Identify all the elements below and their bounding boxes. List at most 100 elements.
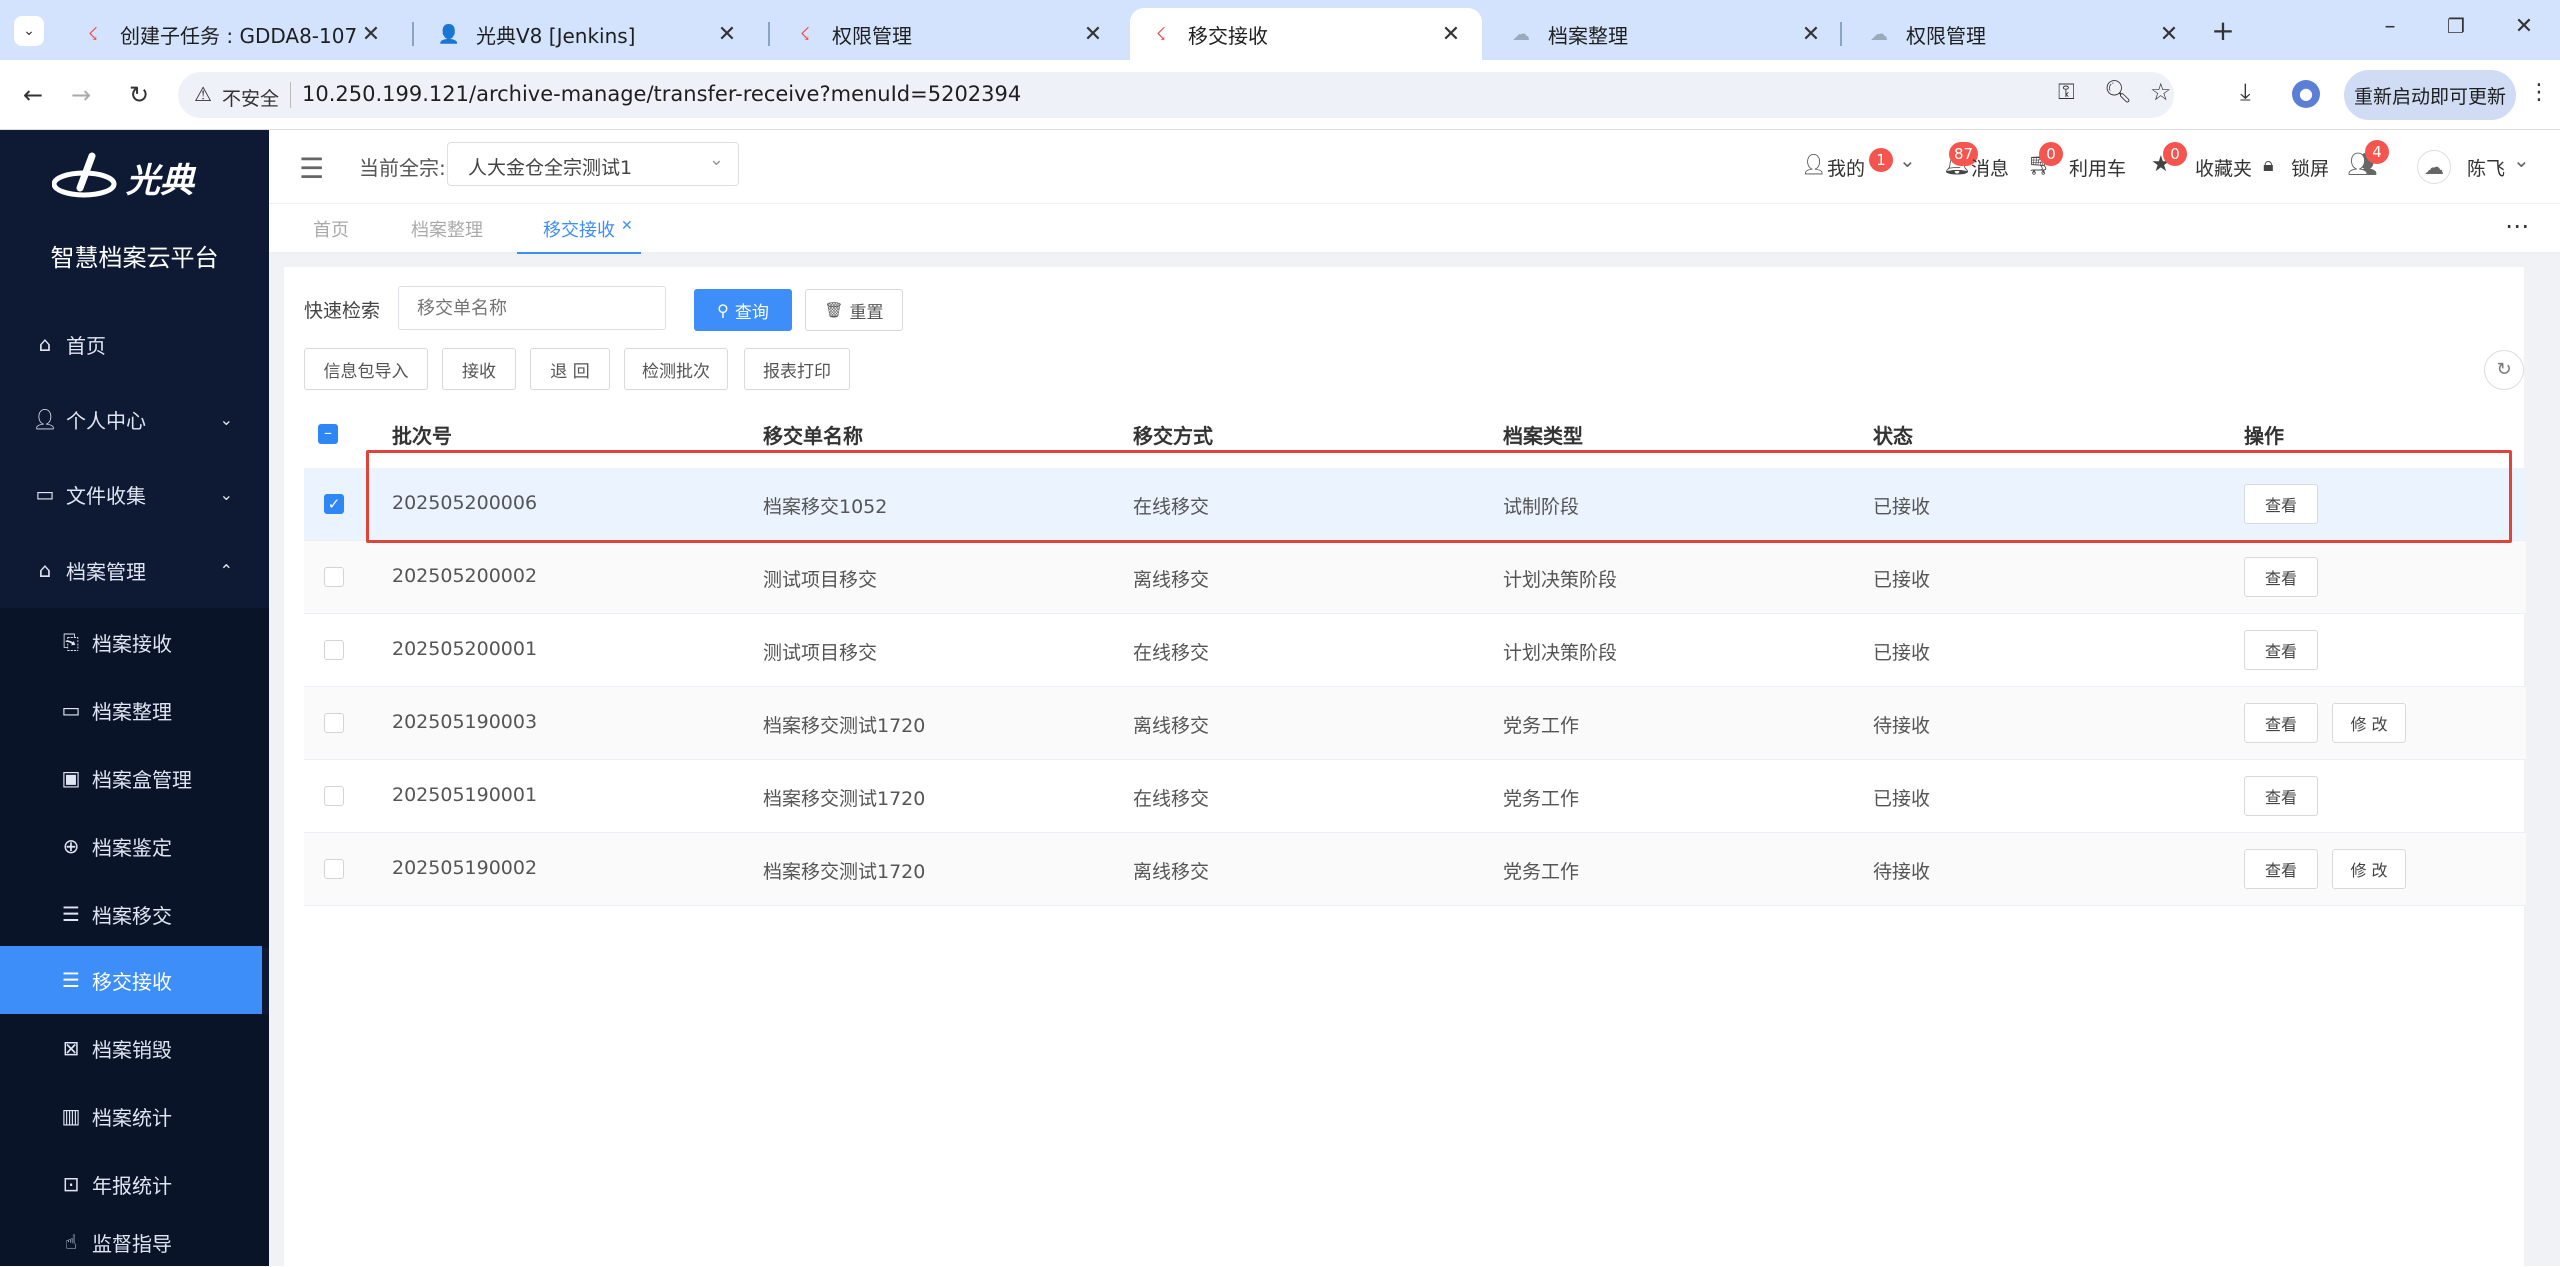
browser-tab[interactable]: ☁ 权限管理 ✕ xyxy=(1848,8,2200,60)
mine-label[interactable]: 我的 xyxy=(1827,154,1865,181)
close-icon[interactable]: ✕ xyxy=(621,218,633,234)
archive-receive-icon: ⎘ xyxy=(63,630,79,654)
close-icon[interactable]: ✕ xyxy=(714,22,740,47)
view-button[interactable]: 查看 xyxy=(2244,557,2318,597)
people-badge: 4 xyxy=(2365,140,2389,164)
app-icon: ☁ xyxy=(1870,23,1888,45)
menu-icon[interactable]: ⋮ xyxy=(2528,80,2550,105)
query-button[interactable]: ⚲ 查询 xyxy=(694,289,792,331)
security-label[interactable]: 不安全 xyxy=(222,84,279,111)
tab-search-button[interactable]: ⌄ xyxy=(14,16,44,46)
fonds-select[interactable]: 人大金仓全宗测试1 ⌄ xyxy=(447,142,739,186)
row-checkbox[interactable] xyxy=(324,713,344,733)
profile-icon[interactable]: ● xyxy=(2292,80,2320,108)
select-all-checkbox[interactable]: – xyxy=(318,424,338,444)
view-button[interactable]: 查看 xyxy=(2244,703,2318,743)
close-icon[interactable]: ✕ xyxy=(1798,22,1824,47)
browser-tab[interactable]: ☇ 创建子任务 : GDDA8-10770 - ✕ xyxy=(62,8,402,60)
browser-tab[interactable]: 👤 光典V8 [Jenkins] ✕ xyxy=(418,8,758,60)
sidebar-subitem[interactable]: ▥ 档案统计 xyxy=(0,1082,269,1150)
sidebar-item-home[interactable]: ⌂ 首页 xyxy=(0,310,269,378)
lock-icon[interactable]: 🔒︎ xyxy=(2263,152,2274,176)
new-tab-button[interactable]: + xyxy=(2206,14,2240,48)
sidebar-subitem-active[interactable]: ☰ 移交接收 xyxy=(0,946,262,1014)
table-row[interactable]: 202505190001 档案移交测试1720 在线移交 党务工作 已接收 查看 xyxy=(304,760,2526,833)
lock-label[interactable]: 锁屏 xyxy=(2291,154,2329,181)
chevron-down-icon[interactable]: ⌄ xyxy=(2513,148,2530,172)
table-row[interactable]: 202505200001 测试项目移交 在线移交 计划决策阶段 已接收 查看 xyxy=(304,614,2526,687)
chevron-down-icon[interactable]: ⌄ xyxy=(1899,148,1916,172)
message-label[interactable]: 消息 xyxy=(1971,154,2009,181)
sidebar-subitem[interactable]: ▣ 档案盒管理 xyxy=(0,744,269,812)
close-icon[interactable]: ✕ xyxy=(1438,22,1464,47)
bookmark-star-icon[interactable]: ☆ xyxy=(2150,78,2172,106)
browser-tab-active[interactable]: ☇ 移交接收 ✕ xyxy=(1130,8,1482,60)
avatar[interactable]: ☁ xyxy=(2417,150,2451,184)
sidebar-subitem[interactable]: ⊕ 档案鉴定 xyxy=(0,812,269,880)
url-text[interactable]: 10.250.199.121/archive-manage/transfer-r… xyxy=(302,82,1021,106)
window-close-icon[interactable]: ✕ xyxy=(2504,14,2544,48)
more-icon[interactable]: ⋯ xyxy=(2505,212,2529,240)
sidebar-item-file-collection[interactable]: ▭ 文件收集 ⌄ xyxy=(0,460,269,528)
update-button[interactable]: 重新启动即可更新 xyxy=(2344,70,2516,120)
page-tab-archive-organize[interactable]: 档案整理 xyxy=(411,216,483,242)
close-icon[interactable]: ✕ xyxy=(2156,22,2182,47)
page-tab-home[interactable]: 首页 xyxy=(313,216,349,242)
page-tab-transfer-receive[interactable]: 移交接收 ✕ xyxy=(517,204,641,254)
sidebar-subitem[interactable]: ⊡ 年报统计 xyxy=(0,1150,269,1218)
edit-button[interactable]: 修 改 xyxy=(2332,703,2406,743)
table-row[interactable]: 202505190002 档案移交测试1720 离线移交 党务工作 待接收 查看… xyxy=(304,833,2526,906)
cell-name: 档案移交测试1720 xyxy=(763,788,926,810)
refresh-icon[interactable]: ↻ xyxy=(2484,350,2524,390)
view-button[interactable]: 查看 xyxy=(2244,776,2318,816)
reload-icon[interactable]: ↻ xyxy=(124,80,154,110)
minimize-icon[interactable]: – xyxy=(2370,14,2410,48)
check-batch-button[interactable]: 检测批次 xyxy=(624,348,728,390)
sidebar-item-label: 监督指导 xyxy=(92,1231,172,1256)
search-input[interactable] xyxy=(398,286,666,330)
sidebar-subitem[interactable]: ▭ 档案整理 xyxy=(0,676,269,744)
sidebar-item-label: 档案盒管理 xyxy=(92,767,192,792)
table-row[interactable]: 202505200002 测试项目移交 离线移交 计划决策阶段 已接收 查看 xyxy=(304,541,2526,614)
briefcase-icon: ▭ xyxy=(35,482,55,506)
row-checkbox[interactable] xyxy=(324,786,344,806)
close-icon[interactable]: ✕ xyxy=(358,22,384,47)
search-label: 快速检索 xyxy=(304,300,381,322)
edit-button[interactable]: 修 改 xyxy=(2332,849,2406,889)
view-button[interactable]: 查看 xyxy=(2244,849,2318,889)
row-checkbox[interactable] xyxy=(324,859,344,879)
view-button[interactable]: 查看 xyxy=(2244,630,2318,670)
close-icon[interactable]: ✕ xyxy=(1080,22,1106,47)
forward-icon[interactable]: → xyxy=(66,80,96,110)
row-checkbox[interactable] xyxy=(324,567,344,587)
sidebar-item-label: 档案统计 xyxy=(92,1105,172,1130)
sidebar-subitem[interactable]: ☰ 档案移交 xyxy=(0,880,269,948)
restore-icon[interactable]: ❐ xyxy=(2436,14,2476,48)
logo-mark-icon xyxy=(52,152,117,198)
sidebar-item-archive-management[interactable]: ⌂ 档案管理 ⌃ xyxy=(0,536,269,604)
download-icon[interactable]: ⤓ xyxy=(2240,78,2251,106)
row-checkbox[interactable] xyxy=(324,640,344,660)
sidebar-subitem[interactable]: ⎘ 档案接收 xyxy=(0,608,269,676)
zoom-icon[interactable]: 🔍︎ xyxy=(2104,80,2132,105)
sidebar-item-personal-center[interactable]: 👤︎ 个人中心 ⌄ xyxy=(0,385,269,453)
favorites-label[interactable]: 收藏夹 xyxy=(2195,154,2252,181)
hamburger-menu-icon[interactable]: ☰ xyxy=(299,152,324,185)
return-button[interactable]: 退 回 xyxy=(530,348,610,390)
row-checkbox[interactable]: ✓ xyxy=(324,494,344,514)
table-row[interactable]: 202505190003 档案移交测试1720 离线移交 党务工作 待接收 查看… xyxy=(304,687,2526,760)
browser-tab[interactable]: ☁ 档案整理 ✕ xyxy=(1490,8,1842,60)
browser-tab[interactable]: ☇ 权限管理 ✕ xyxy=(774,8,1124,60)
sidebar-subitem[interactable]: ☝ 监督指导 xyxy=(0,1218,269,1266)
report-print-button[interactable]: 报表打印 xyxy=(744,348,850,390)
receive-button[interactable]: 接收 xyxy=(442,348,516,390)
key-icon[interactable]: ⚿ xyxy=(2058,80,2075,105)
import-package-button[interactable]: 信息包导入 xyxy=(304,348,428,390)
user-name[interactable]: 陈飞 xyxy=(2467,154,2505,181)
chevron-up-icon: ⌃ xyxy=(219,560,233,580)
cart-label[interactable]: 利用车 xyxy=(2069,154,2126,181)
sidebar-subitem[interactable]: ⊠ 档案销毁 xyxy=(0,1014,269,1082)
reset-button[interactable]: 🗑︎ 重置 xyxy=(805,289,903,331)
back-icon[interactable]: ← xyxy=(18,80,48,110)
address-bar[interactable]: ⚠ 不安全 10.250.199.121/archive-manage/tran… xyxy=(178,72,2174,118)
